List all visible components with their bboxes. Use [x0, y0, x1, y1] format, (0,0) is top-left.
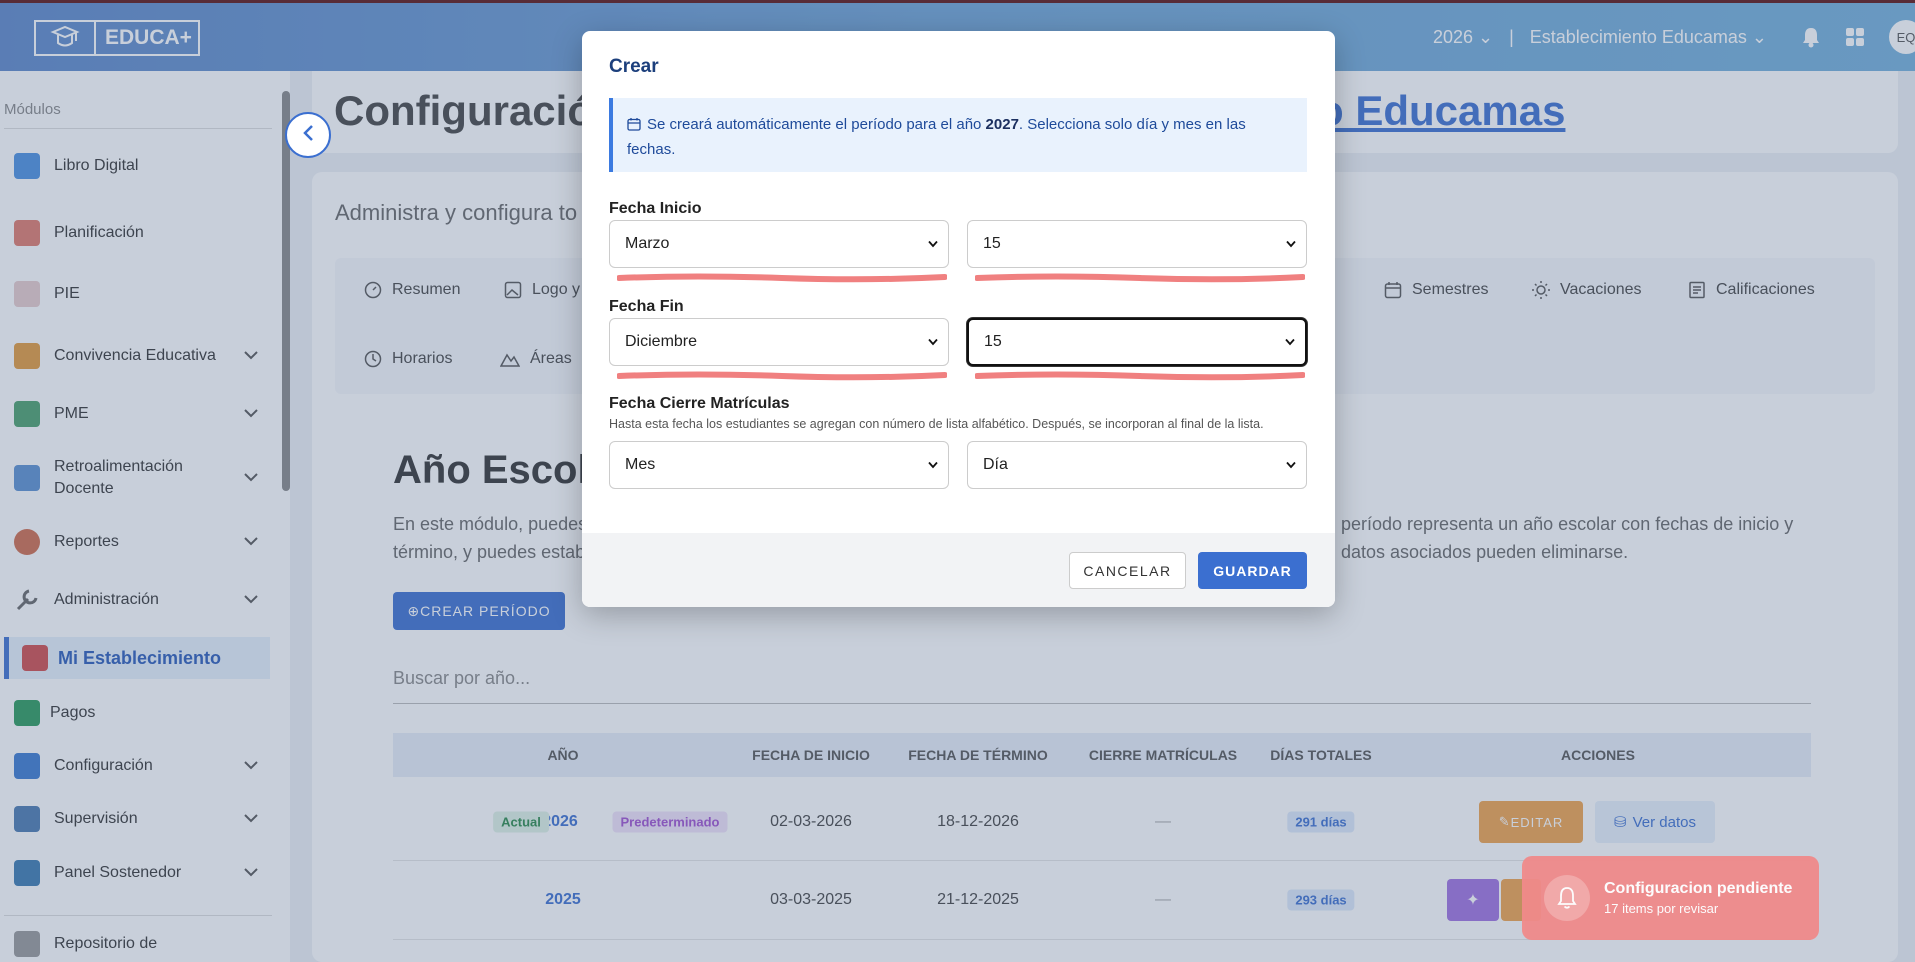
select-value: 15 [984, 333, 1002, 350]
select-value: 15 [983, 235, 1001, 252]
start-month-select[interactable]: Marzo [609, 220, 949, 268]
toast-title: Configuracion pendiente [1604, 880, 1793, 897]
close-date-label: Fecha Cierre Matrículas [609, 395, 790, 412]
spellcheck-underline [975, 273, 1305, 283]
end-date-label: Fecha Fin [609, 298, 684, 315]
select-value: Marzo [625, 235, 670, 252]
spellcheck-underline [617, 273, 947, 283]
bell-icon [1544, 875, 1590, 921]
close-month-select[interactable]: Mes [609, 441, 949, 489]
toast-subtitle: 17 items por revisar [1604, 901, 1719, 916]
select-value: Día [983, 456, 1008, 473]
select-value: Mes [625, 456, 656, 473]
end-day-select[interactable]: 15 [967, 318, 1307, 366]
chevron-left-icon [302, 124, 314, 147]
info-text-cont: . Selecciona solo día y mes en las [1018, 116, 1246, 133]
modal-title: Crear [609, 56, 659, 77]
info-year: 2027 [985, 116, 1019, 133]
chevron-down-icon [1285, 338, 1295, 346]
sidebar-collapse-button[interactable] [285, 112, 331, 158]
chevron-down-icon [1286, 461, 1296, 469]
end-month-select[interactable]: Diciembre [609, 318, 949, 366]
close-date-help: Hasta esta fecha los estudiantes se agre… [609, 417, 1264, 431]
save-button[interactable]: GUARDAR [1198, 552, 1307, 589]
spellcheck-underline [975, 371, 1305, 381]
info-alert: Se creará automáticamente el período par… [609, 98, 1307, 172]
chevron-down-icon [928, 461, 938, 469]
select-value: Diciembre [625, 333, 698, 350]
start-date-label: Fecha Inicio [609, 200, 702, 217]
chevron-down-icon [1286, 240, 1296, 248]
info-text: Se creará automáticamente el período par… [647, 116, 986, 133]
chevron-down-icon [928, 338, 938, 346]
create-period-modal: Crear Se creará automáticamente el perío… [582, 31, 1335, 607]
info-text-line2: fechas. [627, 141, 676, 158]
cancel-button[interactable]: CANCELAR [1069, 552, 1186, 589]
close-day-select[interactable]: Día [967, 441, 1307, 489]
chevron-down-icon [928, 240, 938, 248]
spellcheck-underline [617, 371, 947, 381]
start-day-select[interactable]: 15 [967, 220, 1307, 268]
pending-config-toast[interactable]: Configuracion pendiente 17 items por rev… [1522, 856, 1819, 940]
calendar-icon [627, 115, 641, 138]
